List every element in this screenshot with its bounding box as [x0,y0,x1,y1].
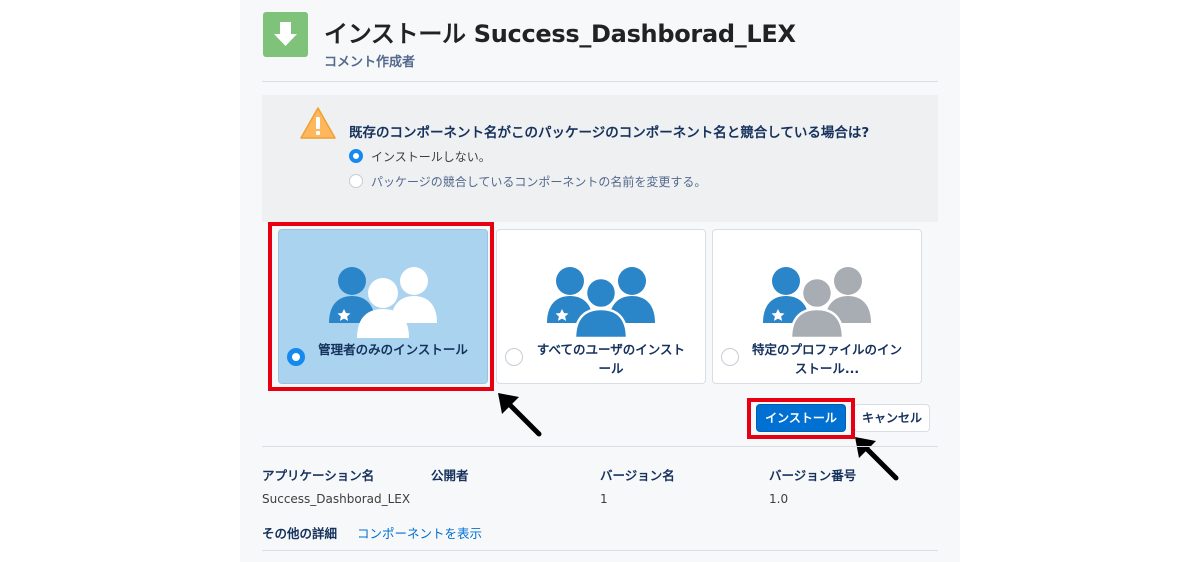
download-arrow-icon [263,12,308,57]
highlight-box [747,398,855,439]
column-header-app-name: アプリケーション名 [262,468,375,483]
warning-icon [300,107,336,139]
app-name-value: Success_Dashborad_LEX [262,492,411,506]
cancel-button[interactable]: キャンセル [854,404,930,432]
divider [262,446,938,447]
page-subtitle: コメント作成者 [324,55,416,70]
radio-button[interactable] [349,174,363,188]
option-label: パッケージの競合しているコンポーネントの名前を変更する。 [371,174,707,189]
card-label: 特定のプロファイルのインストール... [751,342,902,376]
conflict-question: 既存のコンポーネント名がこのパッケージのコンポーネント名と競合している場合は? [349,125,870,141]
view-components-link[interactable]: コンポーネントを表示 [357,523,482,542]
install-all-users-card[interactable]: すべてのユーザのインストール [496,229,706,384]
version-name-value: 1 [600,492,608,506]
card-label: すべてのユーザのインストール [536,342,686,376]
column-header-publisher: 公開者 [431,468,469,483]
radio-button[interactable] [505,348,523,366]
radio-button[interactable] [721,348,739,366]
conflict-option-dont-install[interactable]: インストールしない。 [349,148,491,164]
profile-users-icon [763,267,871,338]
divider [262,550,938,551]
option-label: インストールしない。 [371,149,491,164]
column-header-version-number: バージョン番号 [769,468,857,483]
pointer-arrow-icon [855,437,899,481]
all-users-icon [547,267,655,338]
highlight-box [268,222,494,391]
divider [262,81,938,82]
more-details-label: その他の詳細 [262,526,338,541]
version-number-value: 1.0 [769,492,789,506]
conflict-option-rename[interactable]: パッケージの競合しているコンポーネントの名前を変更する。 [349,173,706,189]
pointer-arrow-icon [498,393,542,437]
radio-button[interactable] [349,149,363,163]
page-title: インストール Success_Dashborad_LEX [324,20,796,48]
column-header-version-name: バージョン名 [600,468,675,483]
install-specific-profiles-card[interactable]: 特定のプロファイルのインストール... [712,229,922,384]
